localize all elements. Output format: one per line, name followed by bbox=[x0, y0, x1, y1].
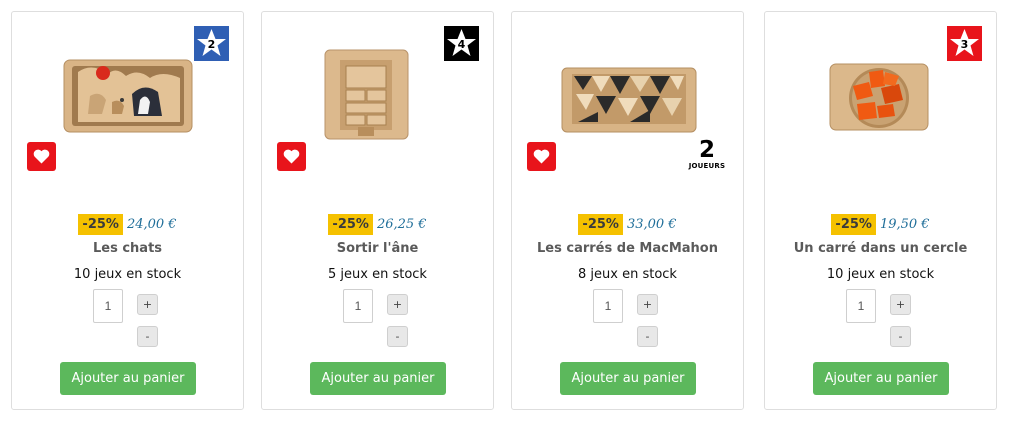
product-title[interactable]: Les carrés de MacMahon bbox=[512, 241, 743, 256]
stock-status: 10 jeux en stock bbox=[826, 267, 935, 282]
quantity-input[interactable] bbox=[343, 289, 373, 323]
stock-status: 10 jeux en stock bbox=[73, 267, 182, 282]
difficulty-badge: 4 bbox=[444, 26, 479, 61]
quantity-increase-button[interactable]: + bbox=[387, 294, 408, 315]
difficulty-badge: 3 bbox=[947, 26, 982, 61]
price-row: -25% 26,25 € bbox=[262, 214, 493, 235]
quantity-decrease-button[interactable]: - bbox=[890, 326, 911, 347]
product-title[interactable]: Les chats bbox=[12, 241, 243, 256]
discount-badge: -25% bbox=[78, 214, 123, 235]
difficulty-badge: 2 bbox=[194, 26, 229, 61]
discount-badge: -25% bbox=[578, 214, 623, 235]
quantity-input[interactable] bbox=[593, 289, 623, 323]
add-to-cart-button[interactable]: Ajouter au panier bbox=[310, 362, 446, 395]
price-row: -25% 19,50 € bbox=[765, 214, 996, 235]
stock-status: 5 jeux en stock bbox=[328, 267, 427, 282]
product-price: 26,25 € bbox=[376, 217, 427, 232]
add-to-cart-button[interactable]: Ajouter au panier bbox=[60, 362, 196, 395]
product-title[interactable]: Sortir l'âne bbox=[262, 241, 493, 256]
quantity-increase-button[interactable]: + bbox=[637, 294, 658, 315]
heart-icon bbox=[33, 149, 50, 164]
quantity-input[interactable] bbox=[93, 289, 123, 323]
quantity-increase-button[interactable]: + bbox=[890, 294, 911, 315]
product-card: 2 JOUEURS -25% 33,00 € Les carrés de Mac… bbox=[511, 11, 744, 410]
product-title[interactable]: Un carré dans un cercle bbox=[765, 241, 996, 256]
stock-status: 8 jeux en stock bbox=[578, 267, 677, 282]
quantity-decrease-button[interactable]: - bbox=[387, 326, 408, 347]
add-to-cart-button[interactable]: Ajouter au panier bbox=[560, 362, 696, 395]
product-price: 24,00 € bbox=[126, 217, 177, 232]
add-to-cart-button[interactable]: Ajouter au panier bbox=[813, 362, 949, 395]
product-card: 2 -25% 24,00 € Les chats 10 jeux en stoc… bbox=[11, 11, 244, 410]
price-row: -25% 33,00 € bbox=[512, 214, 743, 235]
quantity-decrease-button[interactable]: - bbox=[137, 326, 158, 347]
difficulty-level: 3 bbox=[960, 38, 969, 51]
discount-badge: -25% bbox=[831, 214, 876, 235]
product-card: 3 -25% 19,50 € Un carré dans un cercle 1… bbox=[764, 11, 997, 410]
quantity-input[interactable] bbox=[846, 289, 876, 323]
difficulty-level: 4 bbox=[457, 38, 466, 51]
product-price: 19,50 € bbox=[879, 217, 930, 232]
product-card: 4 -25% 26,25 € Sortir l'âne 5 jeux en st… bbox=[261, 11, 494, 410]
difficulty-level: 2 bbox=[207, 38, 216, 51]
favorite-button[interactable] bbox=[527, 142, 556, 171]
players-badge: 2 JOUEURS bbox=[687, 138, 727, 170]
quantity-increase-button[interactable]: + bbox=[137, 294, 158, 315]
price-row: -25% 24,00 € bbox=[12, 214, 243, 235]
quantity-decrease-button[interactable]: - bbox=[637, 326, 658, 347]
players-count: 2 bbox=[698, 137, 715, 163]
heart-icon bbox=[283, 149, 300, 164]
favorite-button[interactable] bbox=[277, 142, 306, 171]
product-price: 33,00 € bbox=[626, 217, 677, 232]
players-label: JOUEURS bbox=[688, 162, 726, 170]
discount-badge: -25% bbox=[328, 214, 373, 235]
favorite-button[interactable] bbox=[27, 142, 56, 171]
heart-icon bbox=[533, 149, 550, 164]
